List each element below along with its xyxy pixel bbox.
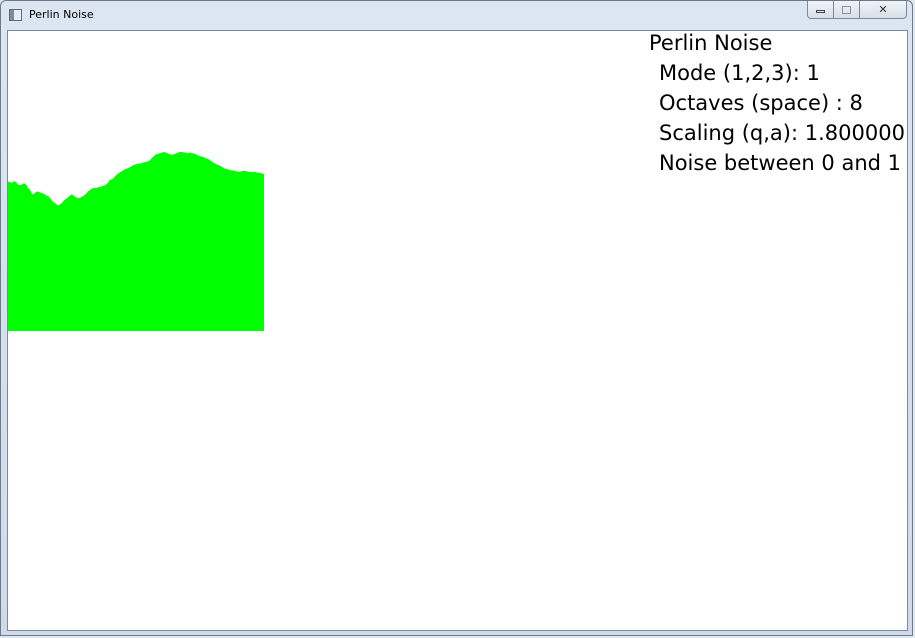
render-canvas[interactable]: Perlin Noise Mode (1,2,3): 1 Octaves (sp…	[7, 30, 908, 631]
app-window: Perlin Noise ✕ Perlin Noise Mode (1,2,3)…	[0, 0, 913, 636]
range-readout: Noise between 0 and 1	[659, 151, 901, 175]
maximize-button[interactable]	[833, 1, 860, 19]
overlay-heading: Perlin Noise	[649, 31, 773, 55]
mode-readout: Mode (1,2,3): 1	[659, 61, 820, 85]
title-bar[interactable]: Perlin Noise ✕	[1, 1, 912, 30]
octaves-readout: Octaves (space) : 8	[659, 91, 863, 115]
scaling-readout: Scaling (q,a): 1.800000	[659, 121, 905, 145]
minimize-button[interactable]	[807, 1, 834, 19]
minimize-icon	[816, 10, 825, 13]
window-title: Perlin Noise	[29, 8, 94, 21]
close-icon: ✕	[878, 3, 888, 16]
app-window-icon[interactable]	[9, 9, 22, 21]
close-button[interactable]: ✕	[859, 1, 907, 19]
info-overlay: Perlin Noise Mode (1,2,3): 1 Octaves (sp…	[649, 31, 905, 178]
maximize-icon	[842, 5, 851, 14]
noise-area-fill	[8, 152, 264, 331]
